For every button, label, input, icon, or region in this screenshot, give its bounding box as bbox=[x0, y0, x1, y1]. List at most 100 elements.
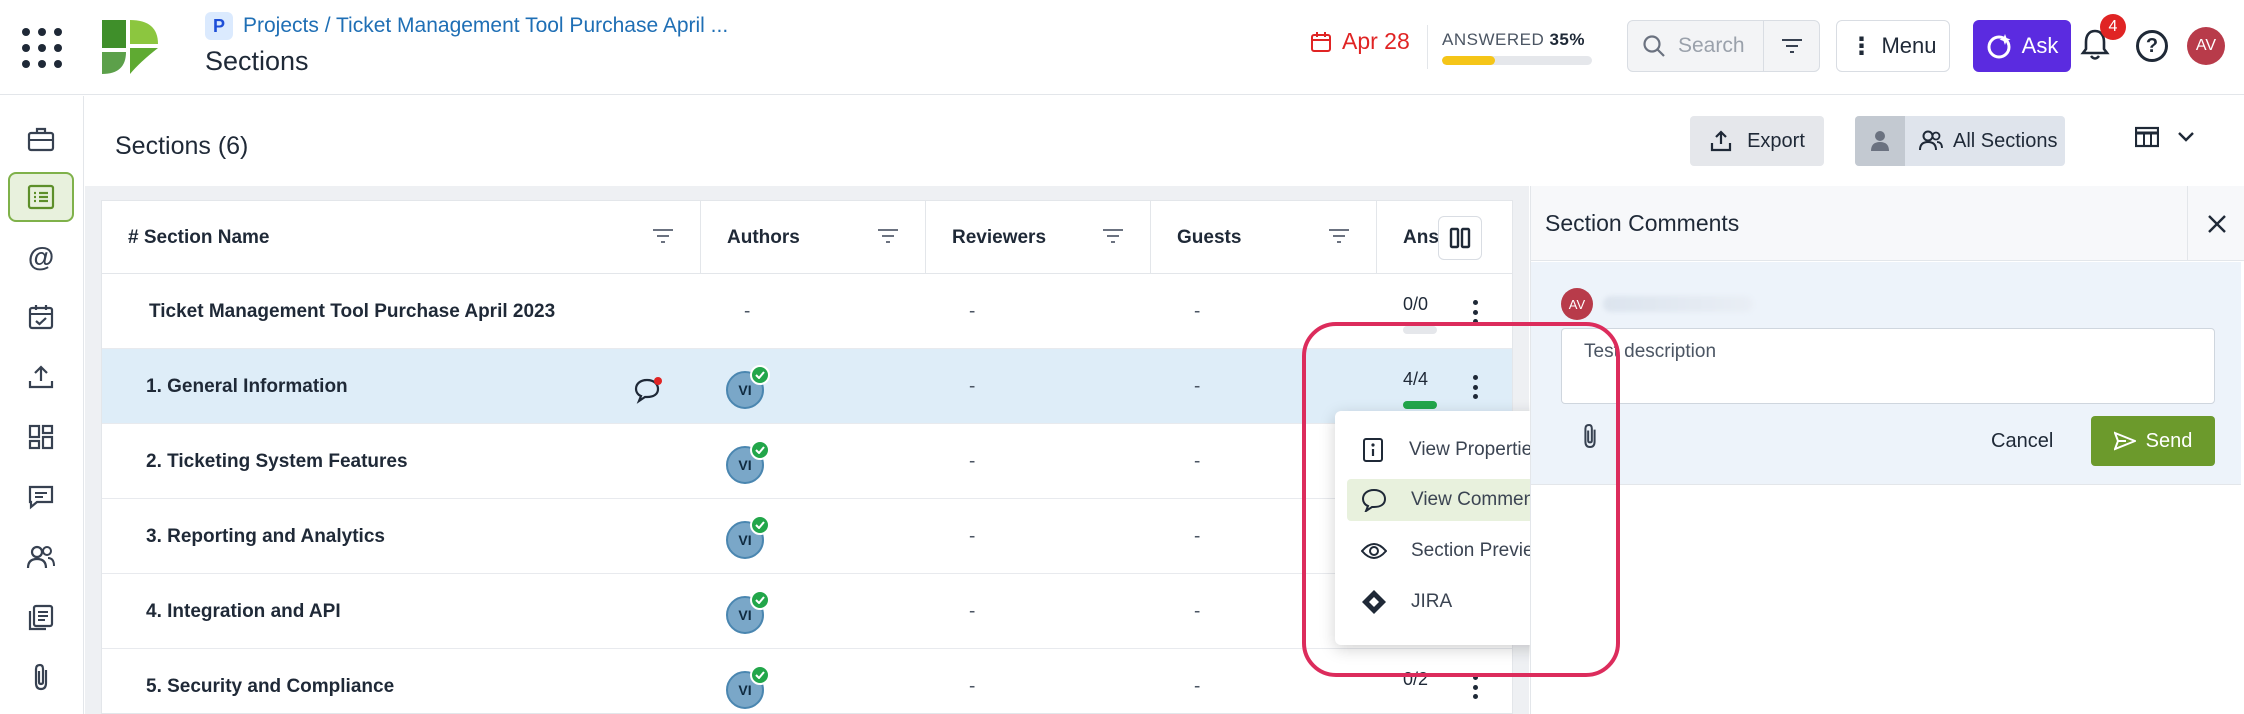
rail-calendar[interactable] bbox=[8, 292, 74, 342]
filter-icon[interactable] bbox=[1328, 227, 1350, 245]
section-name[interactable]: 3. Reporting and Analytics bbox=[146, 499, 385, 574]
breadcrumb[interactable]: P Projects / Ticket Management Tool Purc… bbox=[205, 12, 728, 40]
sparkle-icon bbox=[1987, 34, 2011, 59]
comment-textarea[interactable]: Test description bbox=[1561, 328, 2215, 404]
guests-cell: - bbox=[1194, 675, 1201, 697]
section-name[interactable]: 2. Ticketing System Features bbox=[146, 424, 408, 499]
user-avatar[interactable]: AV bbox=[2187, 27, 2225, 65]
due-date[interactable]: Apr 28 bbox=[1310, 28, 1410, 55]
top-bar: P Projects / Ticket Management Tool Purc… bbox=[0, 0, 2244, 95]
briefcase-icon bbox=[27, 127, 55, 152]
author-avatar[interactable]: VI bbox=[726, 590, 770, 634]
calendar-icon bbox=[1311, 31, 1331, 52]
table-row[interactable]: Ticket Management Tool Purchase April 20… bbox=[102, 274, 1512, 349]
rail-dashboard[interactable] bbox=[8, 412, 74, 462]
section-name[interactable]: 1. General Information bbox=[146, 349, 348, 424]
table-row[interactable]: 3. Reporting and Analytics VI - - bbox=[102, 499, 1512, 574]
copy-icon bbox=[28, 604, 54, 631]
content-header: Sections (6) Export All Sections bbox=[85, 96, 2244, 186]
row-kebab-icon[interactable] bbox=[1471, 300, 1479, 324]
filter-icon[interactable] bbox=[1102, 227, 1124, 245]
filter-icon[interactable] bbox=[877, 227, 899, 245]
guests-cell: - bbox=[1194, 525, 1201, 547]
help-icon[interactable]: ? bbox=[2136, 30, 2168, 62]
menu-button[interactable]: ⋮ Menu bbox=[1836, 20, 1950, 72]
rail-mentions[interactable]: @ bbox=[8, 232, 74, 282]
chat-icon bbox=[28, 485, 54, 510]
column-header-reviewers[interactable]: Reviewers bbox=[926, 201, 1151, 274]
close-icon bbox=[2207, 214, 2226, 233]
author-initials: VI bbox=[738, 532, 752, 548]
rail-attachments[interactable] bbox=[8, 652, 74, 702]
divider bbox=[1427, 25, 1428, 69]
search-icon bbox=[1643, 35, 1665, 57]
upload-icon bbox=[28, 365, 54, 389]
table-layout-icon bbox=[2135, 126, 2159, 148]
filter-icon[interactable] bbox=[652, 227, 674, 245]
cancel-button[interactable]: Cancel bbox=[1991, 430, 2053, 453]
menu-item-label: View Properties bbox=[1409, 439, 1542, 460]
search-box[interactable]: Search bbox=[1627, 20, 1820, 72]
table-header: # Section Name Authors Reviewers Guests … bbox=[102, 201, 1512, 274]
close-button[interactable] bbox=[2187, 186, 2244, 261]
author-initials: VI bbox=[738, 607, 752, 623]
row-kebab-icon[interactable] bbox=[1471, 375, 1479, 399]
reviewers-cell: - bbox=[969, 600, 976, 622]
columns-toggle-button[interactable] bbox=[1438, 216, 1482, 260]
notification-badge: 4 bbox=[2100, 14, 2126, 40]
section-name[interactable]: Ticket Management Tool Purchase April 20… bbox=[149, 274, 555, 349]
sections-count-title: Sections (6) bbox=[115, 132, 249, 160]
jira-icon bbox=[1362, 590, 1386, 614]
rail-sections[interactable] bbox=[8, 172, 74, 222]
guests-cell: - bbox=[1194, 450, 1201, 472]
author-avatar[interactable]: VI bbox=[726, 365, 770, 409]
comment-icon bbox=[1361, 488, 1387, 512]
section-name[interactable]: 4. Integration and API bbox=[146, 574, 341, 649]
app-logo[interactable] bbox=[100, 18, 160, 76]
answered-mini-bar bbox=[1403, 401, 1437, 409]
search-filter-button[interactable] bbox=[1763, 21, 1819, 71]
menu-label: Menu bbox=[1881, 33, 1937, 58]
column-header-guests[interactable]: Guests bbox=[1151, 201, 1377, 274]
section-name[interactable]: 5. Security and Compliance bbox=[146, 649, 394, 713]
author-avatar[interactable]: VI bbox=[726, 440, 770, 484]
attachment-icon[interactable] bbox=[1579, 422, 1601, 450]
column-header-section-name[interactable]: # Section Name bbox=[102, 201, 701, 274]
author-avatar[interactable]: VI bbox=[726, 515, 770, 559]
rail-copy[interactable] bbox=[8, 592, 74, 642]
comment-icon[interactable] bbox=[634, 376, 664, 404]
table-row[interactable]: 1. General Information VI - - 4/4 bbox=[102, 349, 1512, 424]
column-label: Ans bbox=[1403, 226, 1439, 248]
users-icon bbox=[1919, 130, 1943, 151]
check-icon bbox=[750, 440, 770, 460]
search-input[interactable]: Search bbox=[1678, 34, 1745, 58]
sections-table: # Section Name Authors Reviewers Guests … bbox=[101, 200, 1513, 714]
column-label: Reviewers bbox=[952, 226, 1047, 248]
ask-label: Ask bbox=[2021, 33, 2059, 58]
view-layout-dropdown[interactable] bbox=[2135, 126, 2195, 148]
table-row[interactable]: 2. Ticketing System Features VI - - bbox=[102, 424, 1512, 499]
export-button[interactable]: Export bbox=[1690, 116, 1824, 166]
rail-users[interactable] bbox=[8, 532, 74, 582]
apps-grid-icon[interactable] bbox=[22, 28, 62, 68]
ask-button[interactable]: Ask bbox=[1973, 20, 2071, 72]
comment-compose: AV Test description Cancel Send bbox=[1531, 262, 2241, 485]
export-label: Export bbox=[1747, 129, 1805, 152]
table-area: # Section Name Authors Reviewers Guests … bbox=[85, 186, 1529, 714]
author-avatar[interactable]: VI bbox=[726, 665, 770, 709]
send-button[interactable]: Send bbox=[2091, 416, 2215, 466]
page-title: Sections bbox=[205, 46, 309, 76]
check-icon bbox=[750, 665, 770, 685]
user-icon bbox=[1871, 131, 1889, 151]
table-row[interactable]: 4. Integration and API VI - - bbox=[102, 574, 1512, 649]
all-sections-filter[interactable]: All Sections bbox=[1855, 116, 2065, 166]
table-row[interactable]: 5. Security and Compliance VI - - 0/2 bbox=[102, 649, 1512, 713]
rail-briefcase[interactable] bbox=[8, 114, 74, 164]
column-label: Guests bbox=[1177, 226, 1242, 248]
rail-upload[interactable] bbox=[8, 352, 74, 402]
breadcrumb-text[interactable]: Projects / Ticket Management Tool Purcha… bbox=[243, 14, 728, 38]
row-kebab-icon[interactable] bbox=[1471, 675, 1479, 699]
rail-chat[interactable] bbox=[8, 472, 74, 522]
single-user-toggle[interactable] bbox=[1855, 116, 1905, 166]
column-header-authors[interactable]: Authors bbox=[701, 201, 926, 274]
